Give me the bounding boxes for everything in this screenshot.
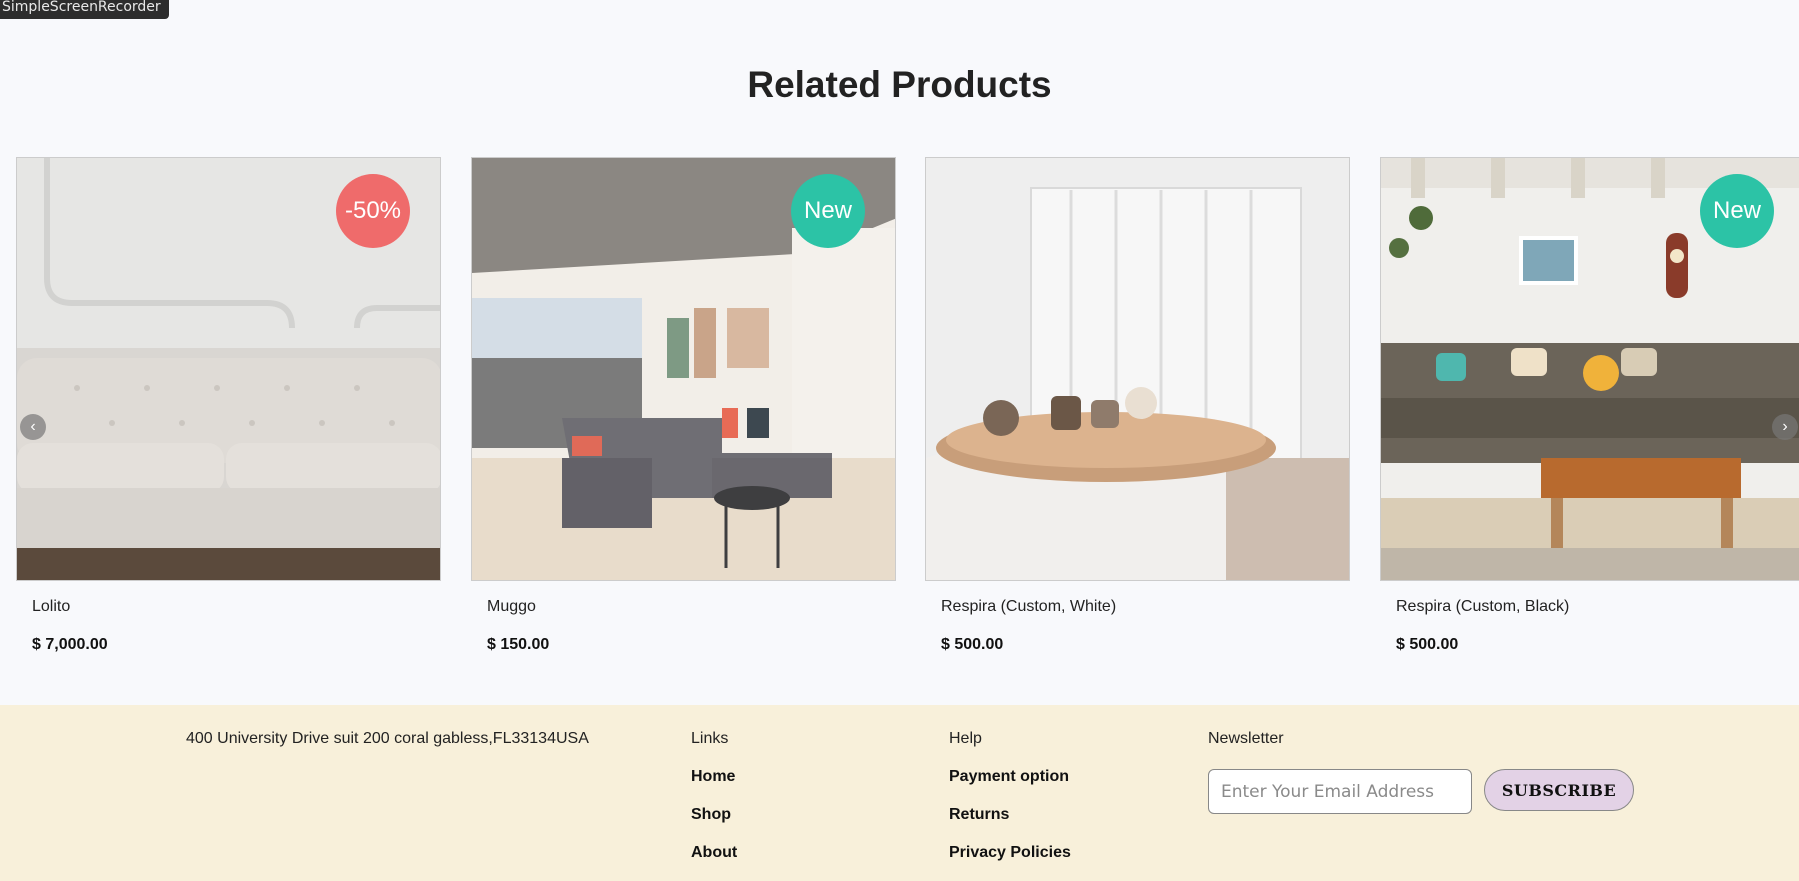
product-price: $ 500.00	[1396, 636, 1459, 653]
product-name[interactable]: Muggo	[487, 598, 536, 616]
footer-link-privacy-policies[interactable]: Privacy Policies	[949, 844, 1071, 862]
product-price: $ 150.00	[487, 636, 550, 653]
newsletter-email-input[interactable]	[1208, 769, 1472, 814]
carousel-next-button[interactable]: ›	[1772, 414, 1798, 440]
discount-badge: -50%	[336, 174, 410, 248]
product-image[interactable]: New	[1380, 157, 1799, 581]
site-footer: 400 University Drive suit 200 coral gabl…	[0, 705, 1799, 881]
subscribe-button[interactable]: SUBSCRIBE	[1484, 769, 1634, 811]
product-price: $ 7,000.00	[32, 636, 108, 653]
product-name[interactable]: Respira (Custom, Black)	[1396, 598, 1569, 616]
footer-link-returns[interactable]: Returns	[949, 806, 1071, 824]
footer-link-home[interactable]: Home	[691, 768, 737, 786]
product-card[interactable]: New Muggo $ 150.00	[471, 157, 896, 653]
recorder-label: SimpleScreenRecorder	[0, 0, 169, 19]
newsletter-heading: Newsletter	[1208, 730, 1284, 747]
footer-help-column: Help Payment option Returns Privacy Poli…	[949, 730, 1071, 862]
footer-links-column: Links Home Shop About	[691, 730, 737, 862]
footer-links-heading: Links	[691, 730, 729, 747]
footer-newsletter-column: Newsletter	[1208, 730, 1284, 748]
footer-help-heading: Help	[949, 730, 982, 747]
product-price: $ 500.00	[941, 636, 1004, 653]
product-image[interactable]	[925, 157, 1350, 581]
carousel-prev-button[interactable]: ‹	[20, 414, 46, 440]
footer-link-payment-option[interactable]: Payment option	[949, 768, 1071, 786]
footer-link-shop[interactable]: Shop	[691, 806, 737, 824]
product-image[interactable]: New	[471, 157, 896, 581]
new-badge: New	[1700, 174, 1774, 248]
product-name[interactable]: Respira (Custom, White)	[941, 598, 1116, 616]
product-card[interactable]: New Respira (Custom, Black) $ 500.00	[1380, 157, 1799, 653]
product-card[interactable]: -50% Lolito $ 7,000.00	[16, 157, 441, 653]
headboard-image	[926, 158, 1349, 580]
product-name[interactable]: Lolito	[32, 598, 70, 616]
product-image[interactable]: -50%	[16, 157, 441, 581]
footer-link-about[interactable]: About	[691, 844, 737, 862]
related-products-carousel: -50% Lolito $ 7,000.00 New Muggo $ 150.0…	[0, 157, 1799, 677]
new-badge: New	[791, 174, 865, 248]
footer-address: 400 University Drive suit 200 coral gabl…	[186, 730, 589, 747]
section-title: Related Products	[747, 64, 1052, 105]
product-card[interactable]: Respira (Custom, White) $ 500.00	[925, 157, 1350, 653]
